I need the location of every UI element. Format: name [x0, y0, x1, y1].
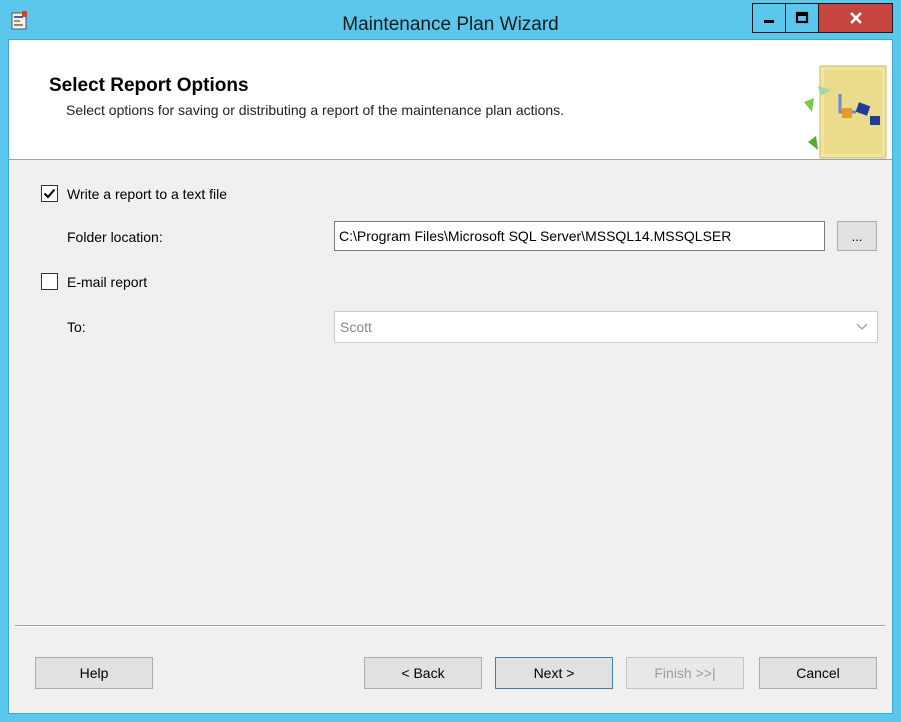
email-to-select[interactable]: Scott — [334, 311, 878, 343]
email-report-label: E-mail report — [67, 273, 148, 290]
close-button[interactable] — [819, 3, 893, 33]
write-report-checkbox[interactable] — [41, 185, 58, 202]
folder-location-input[interactable]: C:\Program Files\Microsoft SQL Server\MS… — [334, 221, 825, 251]
page-title: Select Report Options — [49, 75, 249, 96]
wizard-header: Select Report Options Select options for… — [9, 40, 892, 160]
wizard-body: Select Report Options Select options for… — [8, 39, 893, 714]
maximize-icon — [795, 11, 809, 24]
write-report-option[interactable]: Write a report to a text file — [41, 185, 227, 202]
to-label: To: — [67, 319, 86, 335]
minimize-button[interactable] — [752, 3, 786, 33]
close-icon — [849, 12, 862, 24]
folder-location-label: Folder location: — [67, 229, 163, 245]
back-button[interactable]: < Back — [364, 657, 482, 689]
maintenance-plan-graphic — [804, 65, 887, 159]
footer-divider-highlight — [15, 626, 885, 627]
browse-folder-button[interactable]: ... — [837, 221, 877, 251]
email-report-checkbox[interactable] — [41, 273, 58, 290]
next-button[interactable]: Next > — [495, 657, 613, 689]
page-subtitle: Select options for saving or distributin… — [66, 102, 565, 118]
chevron-down-icon — [856, 323, 868, 330]
wizard-window: Maintenance Plan Wizard Select Report Op… — [0, 0, 901, 722]
email-report-option[interactable]: E-mail report — [41, 273, 147, 290]
finish-button[interactable]: Finish >>| — [626, 657, 744, 689]
write-report-label: Write a report to a text file — [67, 185, 228, 202]
checkmark-icon — [43, 188, 56, 199]
help-button[interactable]: Help — [35, 657, 153, 689]
cancel-button[interactable]: Cancel — [759, 657, 877, 689]
minimize-icon — [764, 20, 774, 23]
maximize-button[interactable] — [786, 3, 819, 33]
email-to-value: Scott — [340, 319, 372, 335]
